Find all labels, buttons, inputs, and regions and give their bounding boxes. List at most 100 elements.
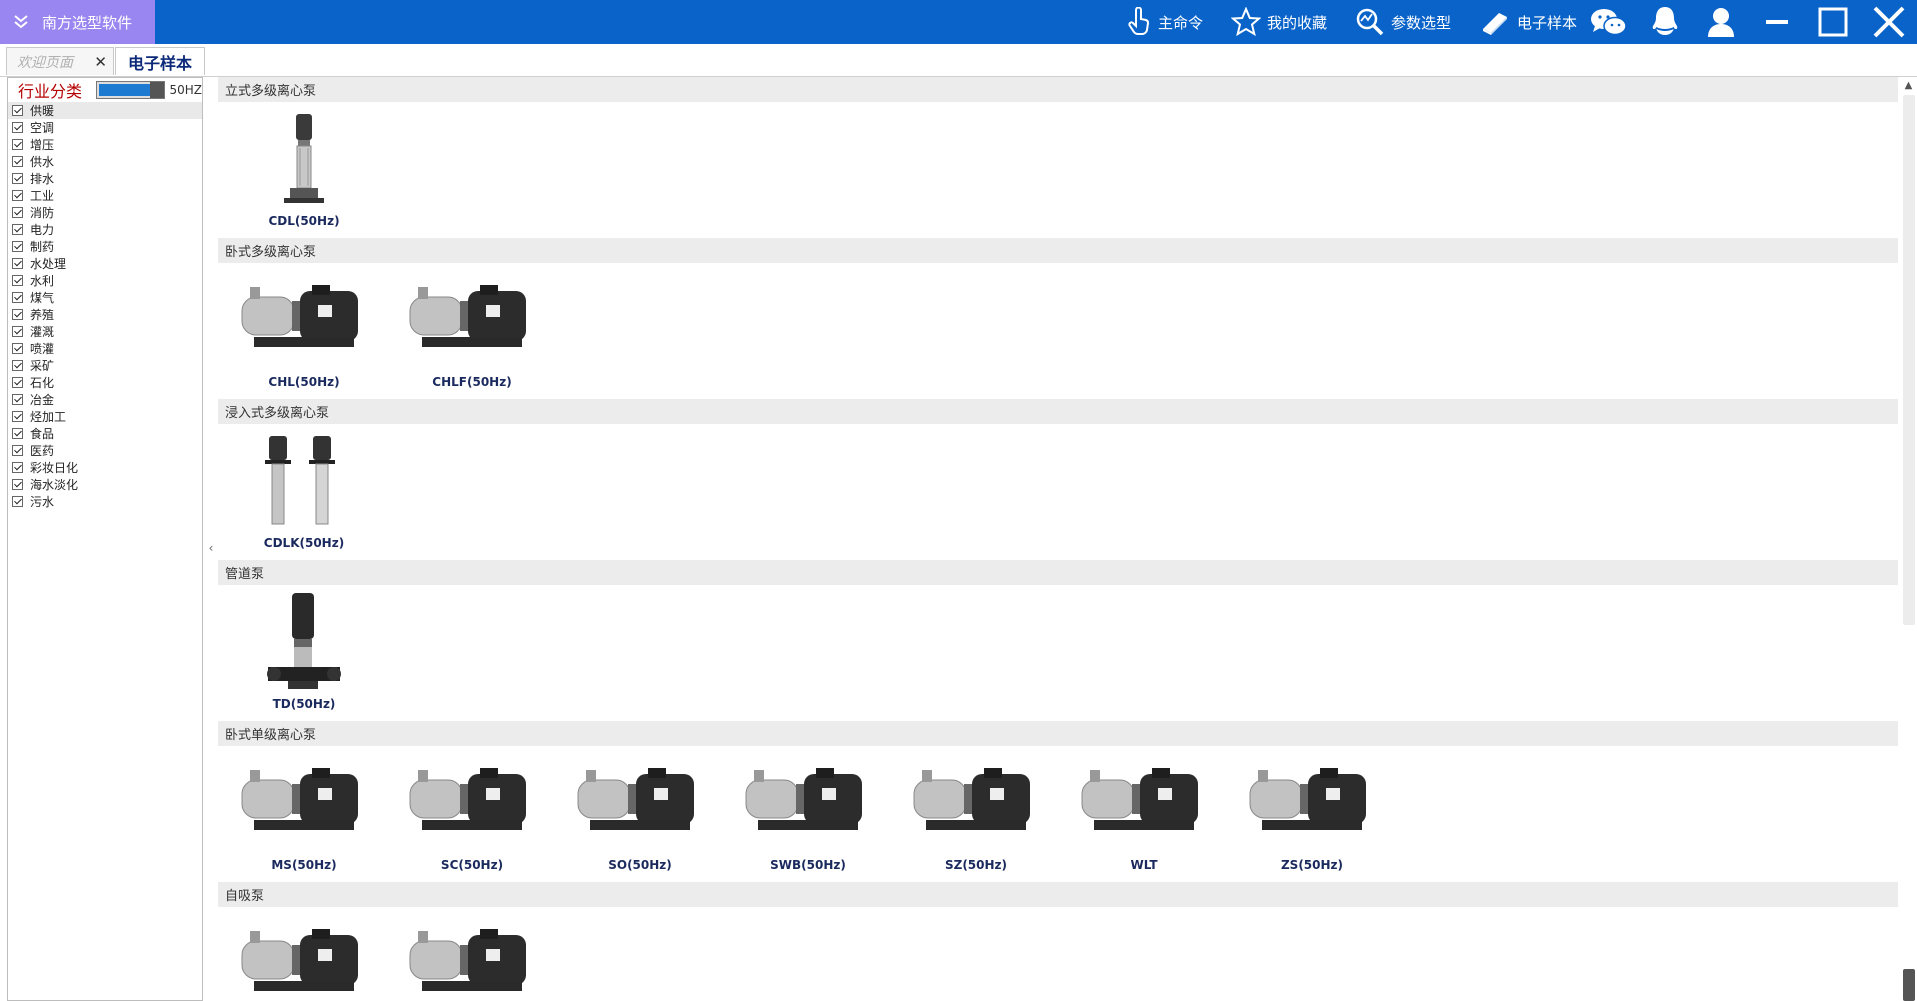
pump-image	[229, 263, 379, 379]
tab-e-sample[interactable]: 电子样本	[115, 47, 205, 75]
category-item[interactable]: 制药	[8, 238, 202, 255]
category-item[interactable]: 水处理	[8, 255, 202, 272]
app-window: 南方选型软件 主命令 我的收藏 参数选型 电子样本 欢迎页面 ✕ 电子样本 行业…	[0, 0, 1917, 1001]
wechat-icon[interactable]	[1581, 0, 1637, 44]
category-item[interactable]: 消防	[8, 204, 202, 221]
user-icon[interactable]	[1693, 0, 1749, 44]
product-card[interactable]: SC(50Hz)	[388, 746, 556, 882]
category-checkbox[interactable]	[12, 241, 23, 252]
category-checkbox[interactable]	[12, 360, 23, 371]
magnifier-chart-icon	[1356, 8, 1384, 36]
category-item[interactable]: 采矿	[8, 357, 202, 374]
category-item[interactable]: 灌溉	[8, 323, 202, 340]
product-card[interactable]: TD(50Hz)	[220, 585, 388, 721]
minimize-icon[interactable]	[1749, 0, 1805, 44]
category-checkbox[interactable]	[12, 377, 23, 388]
product-card[interactable]: ZS(50Hz)	[1228, 746, 1396, 882]
category-item[interactable]: 工业	[8, 187, 202, 204]
pump-image	[397, 263, 547, 379]
tab-welcome[interactable]: 欢迎页面 ✕	[6, 47, 114, 75]
hand-pointer-icon	[1128, 7, 1149, 35]
category-label: 水利	[30, 274, 55, 288]
frequency-label: 50HZ	[169, 83, 202, 97]
product-card[interactable]: CDLK(50Hz)	[220, 424, 388, 560]
close-icon[interactable]	[1861, 0, 1917, 44]
product-card[interactable]	[220, 907, 388, 1001]
category-item[interactable]: 供暖	[8, 102, 202, 119]
category-item[interactable]: 水利	[8, 272, 202, 289]
category-list: 供暖 空调 增压 供水 排水 工业 消防 电力 制药 水处理水利 煤气 养殖 灌溉 喷灌 采矿 石化 冶金 烃加工…	[8, 102, 202, 510]
frequency-toggle-knob[interactable]	[150, 82, 165, 98]
scrollbar-thumb[interactable]	[1903, 95, 1915, 625]
category-item[interactable]: 增压	[8, 136, 202, 153]
category-item[interactable]: 彩妆日化	[8, 459, 202, 476]
category-item[interactable]: 排水	[8, 170, 202, 187]
tab-close-icon[interactable]: ✕	[94, 53, 107, 71]
section-header: 管道泵	[218, 560, 1898, 585]
category-item[interactable]: 养殖	[8, 306, 202, 323]
collapse-sidebar-handle[interactable]: ‹	[204, 536, 218, 560]
category-checkbox[interactable]	[12, 173, 23, 184]
e-sample-button[interactable]: 电子样本	[1479, 7, 1577, 37]
main-command-button[interactable]: 主命令	[1126, 7, 1203, 37]
category-checkbox[interactable]	[12, 445, 23, 456]
category-item[interactable]: 石化	[8, 374, 202, 391]
category-checkbox[interactable]	[12, 496, 23, 507]
scroll-up-arrow-icon[interactable]: ▲	[1900, 77, 1917, 93]
category-checkbox[interactable]	[12, 428, 23, 439]
category-checkbox[interactable]	[12, 394, 23, 405]
category-item[interactable]: 空调	[8, 119, 202, 136]
category-checkbox[interactable]	[12, 309, 23, 320]
scrollbar-bottom-marker	[1903, 969, 1915, 1001]
category-item[interactable]: 烃加工	[8, 408, 202, 425]
category-checkbox[interactable]	[12, 292, 23, 303]
product-card[interactable]: CHLF(50Hz)	[388, 263, 556, 399]
category-checkbox[interactable]	[12, 462, 23, 473]
product-card[interactable]: CDL(50Hz)	[220, 102, 388, 238]
pump-image	[397, 746, 547, 862]
category-checkbox[interactable]	[12, 190, 23, 201]
product-card[interactable]: SWB(50Hz)	[724, 746, 892, 882]
parameter-selection-button[interactable]: 参数选型	[1355, 7, 1451, 37]
product-name: ZS(50Hz)	[1280, 858, 1344, 872]
category-checkbox[interactable]	[12, 207, 23, 218]
category-item[interactable]: 食品	[8, 425, 202, 442]
vertical-scrollbar[interactable]: ▲	[1900, 77, 1917, 1001]
category-checkbox[interactable]	[12, 258, 23, 269]
pump-image	[1069, 746, 1219, 862]
category-checkbox[interactable]	[12, 275, 23, 286]
maximize-icon[interactable]	[1805, 0, 1861, 44]
category-item[interactable]: 煤气	[8, 289, 202, 306]
category-checkbox[interactable]	[12, 411, 23, 422]
product-card[interactable]: CHL(50Hz)	[220, 263, 388, 399]
category-item[interactable]: 海水淡化	[8, 476, 202, 493]
category-item[interactable]: 电力	[8, 221, 202, 238]
qq-icon[interactable]	[1637, 0, 1693, 44]
product-card[interactable]: SZ(50Hz)	[892, 746, 1060, 882]
category-checkbox[interactable]	[12, 105, 23, 116]
category-item[interactable]: 医药	[8, 442, 202, 459]
product-card[interactable]	[388, 907, 556, 1001]
product-card[interactable]: MS(50Hz)	[220, 746, 388, 882]
category-item[interactable]: 污水	[8, 493, 202, 510]
section-product-row: CDLK(50Hz)	[218, 424, 1898, 560]
section-header: 立式多级离心泵	[218, 77, 1898, 102]
category-item[interactable]: 冶金	[8, 391, 202, 408]
my-favorites-button[interactable]: 我的收藏	[1230, 7, 1327, 37]
product-name: TD(50Hz)	[272, 697, 336, 711]
category-checkbox[interactable]	[12, 479, 23, 490]
category-checkbox[interactable]	[12, 139, 23, 150]
frequency-toggle[interactable]	[95, 81, 166, 99]
category-item[interactable]: 供水	[8, 153, 202, 170]
product-card[interactable]: SO(50Hz)	[556, 746, 724, 882]
product-card[interactable]: WLT	[1060, 746, 1228, 882]
category-checkbox[interactable]	[12, 122, 23, 133]
category-label: 医药	[30, 444, 55, 458]
category-checkbox[interactable]	[12, 224, 23, 235]
app-menu-button[interactable]: 南方选型软件	[0, 0, 155, 44]
category-checkbox[interactable]	[12, 343, 23, 354]
category-item[interactable]: 喷灌	[8, 340, 202, 357]
category-checkbox[interactable]	[12, 326, 23, 337]
pump-image	[397, 907, 547, 1001]
category-checkbox[interactable]	[12, 156, 23, 167]
